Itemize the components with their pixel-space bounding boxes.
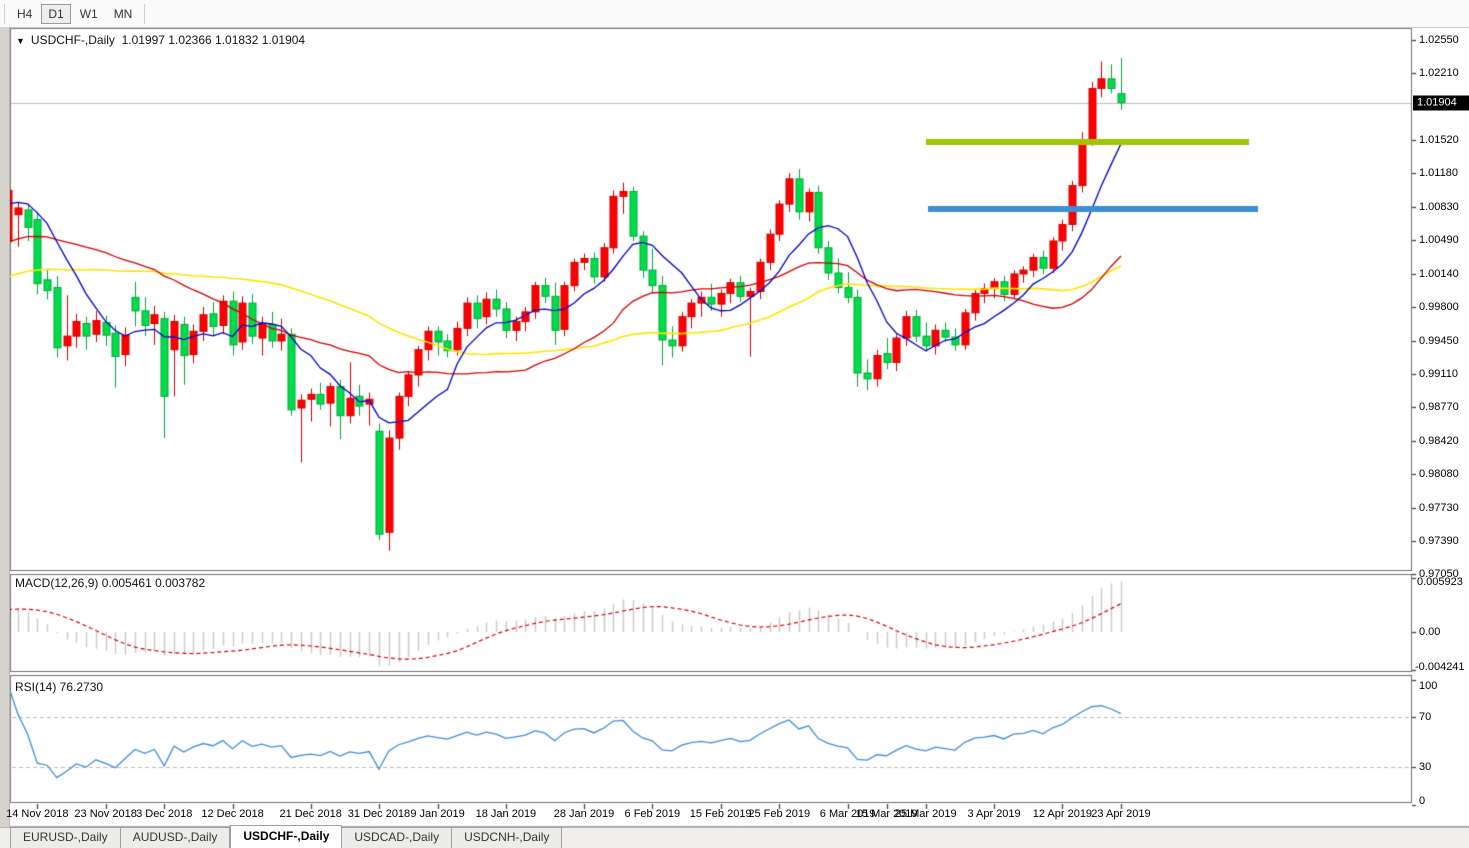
date-tick-label: 23 Apr 2019 xyxy=(1091,808,1150,820)
rsi-tick-label: 70 xyxy=(1419,711,1431,723)
timeframe-button-mn[interactable]: MN xyxy=(107,4,140,24)
chart-title: ▼ USDCHF-,Daily 1.01997 1.02366 1.01832 1… xyxy=(16,33,305,47)
price-tick-label: 0.97390 xyxy=(1419,535,1459,547)
timeframe-toolbar: H4D1W1MN xyxy=(0,0,1469,28)
date-tick-label: 28 Jan 2019 xyxy=(554,808,615,820)
macd-tick-label: -0.004241 xyxy=(1415,661,1465,673)
toolbar-separator xyxy=(144,4,145,24)
price-tick-label: 0.98080 xyxy=(1419,468,1459,480)
date-tick-label: 23 Nov 2018 xyxy=(74,808,136,820)
price-tick-label: 1.01180 xyxy=(1419,167,1458,179)
rsi-indicator-label: RSI(14) 76.2730 xyxy=(15,680,103,694)
date-tick-label: 31 Dec 2018 xyxy=(348,808,410,820)
price-tick-label: 0.98770 xyxy=(1419,401,1459,413)
chart-canvas[interactable] xyxy=(0,0,1469,848)
chart-ohlc-values: 1.01997 1.02366 1.01832 1.01904 xyxy=(122,33,306,47)
date-tick-label: 14 Nov 2018 xyxy=(6,808,68,820)
symbol-tab-bar: EURUSD-,DailyAUDUSD-,DailyUSDCHF-,DailyU… xyxy=(0,827,1469,848)
price-tick-label: 1.00830 xyxy=(1419,201,1459,213)
price-tick-label: 1.00140 xyxy=(1419,268,1459,280)
date-tick-label: 12 Dec 2018 xyxy=(201,808,263,820)
date-tick-label: 3 Apr 2019 xyxy=(967,808,1020,820)
date-tick-label: 21 Dec 2018 xyxy=(279,808,341,820)
date-tick-label: 9 Jan 2019 xyxy=(410,808,464,820)
macd-indicator-label: MACD(12,26,9) 0.005461 0.003782 xyxy=(15,576,205,590)
symbol-tab-usdcnh[interactable]: USDCNH-,Daily xyxy=(452,827,562,848)
price-tick-label: 0.99800 xyxy=(1419,301,1459,313)
date-tick-label: 25 Feb 2019 xyxy=(748,808,810,820)
symbol-tab-eurusd[interactable]: EURUSD-,Daily xyxy=(10,827,121,848)
price-tick-label: 0.98420 xyxy=(1419,435,1459,447)
macd-tick-label: 0.005923 xyxy=(1417,576,1463,588)
date-tick-label: 6 Feb 2019 xyxy=(625,808,681,820)
price-tick-label: 0.99450 xyxy=(1419,335,1459,347)
timeframe-buttons: H4D1W1MN xyxy=(9,4,140,24)
price-tick-label: 1.00490 xyxy=(1419,234,1459,246)
date-tick-label: 12 Apr 2019 xyxy=(1033,808,1092,820)
date-tick-label: 15 Feb 2019 xyxy=(690,808,752,820)
chart-collapse-icon[interactable]: ▼ xyxy=(16,36,25,46)
symbol-tab-audusd[interactable]: AUDUSD-,Daily xyxy=(121,827,231,848)
date-tick-label: 3 Dec 2018 xyxy=(136,808,192,820)
price-tick-label: 1.01520 xyxy=(1419,134,1459,146)
rsi-tick-label: 30 xyxy=(1419,761,1431,773)
macd-tick-label: 0.00 xyxy=(1419,626,1440,638)
timeframe-button-h4[interactable]: H4 xyxy=(10,4,39,24)
mt4-window: H4D1W1MN ▼ USDCHF-,Daily 1.01997 1.02366 … xyxy=(0,0,1469,848)
current-price-badge: 1.01904 xyxy=(1413,95,1469,110)
timeframe-button-w1[interactable]: W1 xyxy=(73,4,105,24)
chart-symbol-period: USDCHF-,Daily xyxy=(31,33,115,47)
rsi-tick-label: 0 xyxy=(1419,795,1425,807)
price-tick-label: 1.02210 xyxy=(1419,67,1459,79)
rsi-tick-label: 100 xyxy=(1419,680,1437,692)
price-tick-label: 0.97730 xyxy=(1419,502,1459,514)
date-tick-label: 25 Mar 2019 xyxy=(895,808,957,820)
date-tick-label: 18 Jan 2019 xyxy=(476,808,537,820)
toolbar-separator xyxy=(4,4,5,24)
symbol-tab-usdcad[interactable]: USDCAD-,Daily xyxy=(342,827,452,848)
price-tick-label: 1.02550 xyxy=(1419,34,1459,46)
symbol-tab-usdchf[interactable]: USDCHF-,Daily xyxy=(230,825,342,848)
timeframe-button-d1[interactable]: D1 xyxy=(41,4,70,24)
price-tick-label: 0.99110 xyxy=(1419,368,1458,380)
window-left-gutter xyxy=(0,27,10,848)
